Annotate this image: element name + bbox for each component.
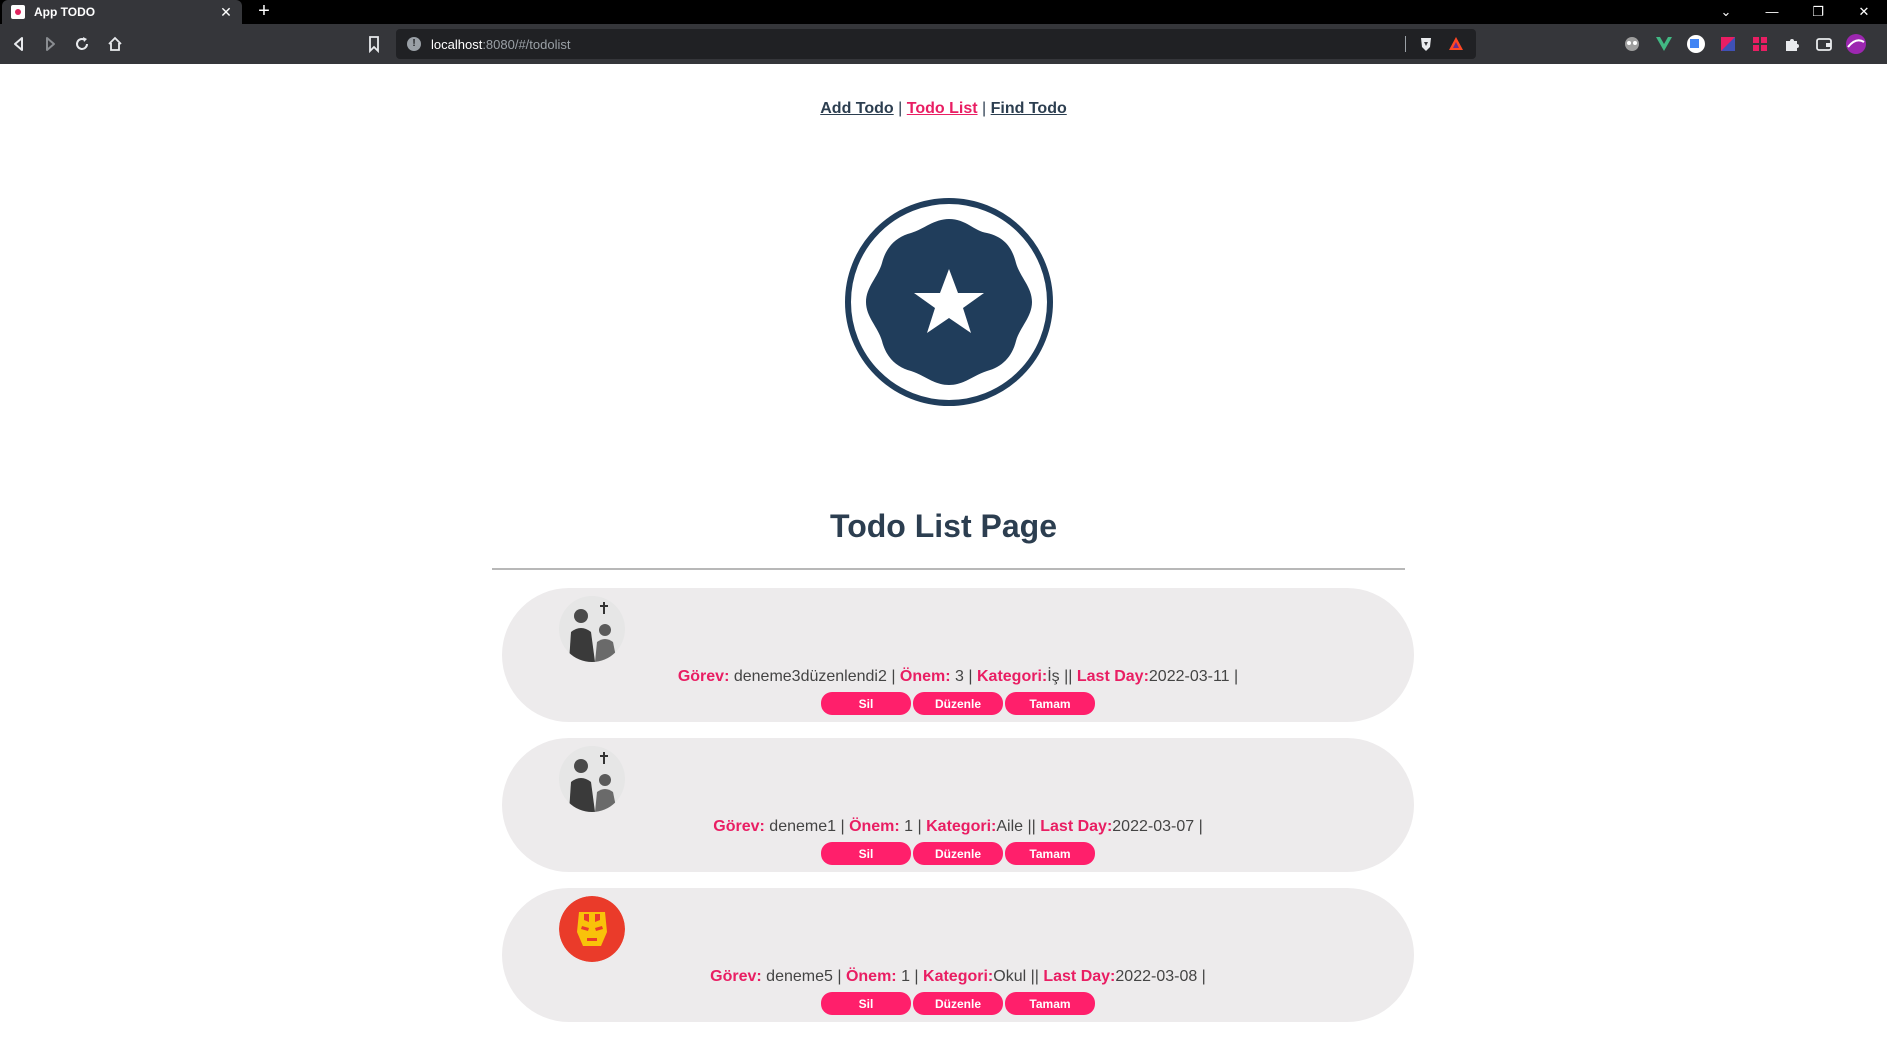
lastday-label: Last Day: xyxy=(1040,818,1113,835)
browser-tab[interactable]: App TODO ✕ xyxy=(2,0,242,24)
tab-search-icon[interactable]: ⌄ xyxy=(1703,0,1749,24)
done-button[interactable]: Tamam xyxy=(1005,842,1095,865)
url-text: localhost:8080/#/todolist xyxy=(431,36,571,52)
back-icon[interactable] xyxy=(7,32,31,56)
onem-label: Önem: xyxy=(899,668,951,685)
edit-button[interactable]: Düzenle xyxy=(913,992,1003,1015)
delete-button[interactable]: Sil xyxy=(821,842,911,865)
todo-details: Görev: deneme1 | Önem: 1 | Kategori:Aile… xyxy=(502,818,1414,836)
nav-separator: | xyxy=(898,100,903,117)
omnibox-divider xyxy=(1405,36,1406,52)
bookmark-icon[interactable] xyxy=(362,32,386,56)
new-tab-button[interactable]: + xyxy=(252,0,276,24)
todo-details: Görev: deneme5 | Önem: 1 | Kategori:Okul… xyxy=(502,968,1414,986)
lastday-label: Last Day: xyxy=(1043,968,1116,985)
window-controls: ⌄ — ❐ ✕ xyxy=(1703,0,1887,24)
todo-app-page: Add Todo | Todo List | Find Todo Todo Li… xyxy=(0,64,1887,1027)
family-photo-avatar xyxy=(559,746,625,812)
gorev-label: Görev: xyxy=(677,668,730,685)
nav-separator: | xyxy=(982,100,987,117)
extensions-area xyxy=(1620,32,1868,56)
todo-actions: Sil Düzenle Tamam xyxy=(502,692,1414,715)
gorev-label: Görev: xyxy=(710,968,762,985)
nav-find-todo-link[interactable]: Find Todo xyxy=(991,100,1067,117)
todo-category: İş || xyxy=(1047,668,1077,685)
wallet-icon[interactable] xyxy=(1812,32,1836,56)
reload-icon[interactable] xyxy=(70,32,94,56)
translate-icon[interactable] xyxy=(1684,32,1708,56)
kategori-label: Kategori: xyxy=(976,668,1048,685)
onem-label: Önem: xyxy=(849,818,900,835)
home-icon[interactable] xyxy=(103,32,127,56)
onem-label: Önem: xyxy=(845,968,897,985)
done-button[interactable]: Tamam xyxy=(1005,992,1095,1015)
profile-avatar-icon[interactable] xyxy=(1844,32,1868,56)
todo-last-day: 2022-03-08 | xyxy=(1115,968,1206,985)
kategori-label: Kategori: xyxy=(926,818,997,835)
brave-shields-icon[interactable] xyxy=(1418,36,1434,52)
tab-favicon-icon xyxy=(11,5,25,19)
todo-priority: 1 | xyxy=(896,968,924,985)
minimize-button[interactable]: — xyxy=(1749,0,1795,24)
gorev-label: Görev: xyxy=(713,818,765,835)
delete-button[interactable]: Sil xyxy=(821,992,911,1015)
todo-task: deneme1 | xyxy=(764,818,850,835)
edit-button[interactable]: Düzenle xyxy=(913,842,1003,865)
browser-toolbar: ! localhost:8080/#/todolist xyxy=(0,24,1887,64)
todo-category: Aile || xyxy=(996,818,1041,835)
delete-button[interactable]: Sil xyxy=(821,692,911,715)
todo-card: Görev: deneme3düzenlendi2 | Önem: 3 | Ka… xyxy=(502,588,1414,722)
todo-list: Görev: deneme3düzenlendi2 | Önem: 3 | Ka… xyxy=(502,588,1414,1038)
extensions-puzzle-icon[interactable] xyxy=(1780,32,1804,56)
nav-todo-list-link[interactable]: Todo List xyxy=(907,100,978,117)
todo-card: Görev: deneme1 | Önem: 1 | Kategori:Aile… xyxy=(502,738,1414,872)
todo-actions: Sil Düzenle Tamam xyxy=(502,992,1414,1015)
todo-task: deneme3düzenlendi2 | xyxy=(729,668,900,685)
page-title: Todo List Page xyxy=(830,508,1057,544)
iron-man-avatar-icon xyxy=(559,896,625,962)
todo-category: Okul || xyxy=(993,968,1044,985)
tab-title: App TODO xyxy=(34,5,96,19)
top-navigation: Add Todo | Todo List | Find Todo xyxy=(0,100,1887,118)
close-window-button[interactable]: ✕ xyxy=(1841,0,1887,24)
brave-rewards-icon[interactable] xyxy=(1448,36,1464,52)
todo-priority: 1 | xyxy=(899,818,927,835)
extension-owl-icon[interactable] xyxy=(1620,32,1644,56)
tab-close-icon[interactable]: ✕ xyxy=(218,4,234,21)
family-photo-avatar xyxy=(559,596,625,662)
nav-add-todo-link[interactable]: Add Todo xyxy=(820,100,893,117)
forward-icon[interactable] xyxy=(38,32,62,56)
restore-button[interactable]: ❐ xyxy=(1795,0,1841,24)
star-badge-logo-icon xyxy=(844,197,1054,407)
extension-grid-icon[interactable] xyxy=(1748,32,1772,56)
lastday-label: Last Day: xyxy=(1076,668,1149,685)
todo-card: Görev: deneme5 | Önem: 1 | Kategori:Okul… xyxy=(502,888,1414,1022)
done-button[interactable]: Tamam xyxy=(1005,692,1095,715)
title-divider xyxy=(492,568,1405,570)
todo-priority: 3 | xyxy=(950,668,977,685)
todo-last-day: 2022-03-07 | xyxy=(1112,818,1203,835)
edit-button[interactable]: Düzenle xyxy=(913,692,1003,715)
todo-last-day: 2022-03-11 | xyxy=(1148,668,1239,685)
todo-details: Görev: deneme3düzenlendi2 | Önem: 3 | Ka… xyxy=(502,668,1414,686)
kategori-label: Kategori: xyxy=(923,968,994,985)
browser-tab-bar: App TODO ✕ + ⌄ — ❐ ✕ xyxy=(0,0,1887,24)
vue-devtools-icon[interactable] xyxy=(1652,32,1676,56)
todo-actions: Sil Düzenle Tamam xyxy=(502,842,1414,865)
site-info-icon[interactable]: ! xyxy=(407,37,421,51)
extension-flag-icon[interactable] xyxy=(1716,32,1740,56)
todo-task: deneme5 | xyxy=(761,968,846,985)
address-bar[interactable]: ! localhost:8080/#/todolist xyxy=(396,29,1476,59)
